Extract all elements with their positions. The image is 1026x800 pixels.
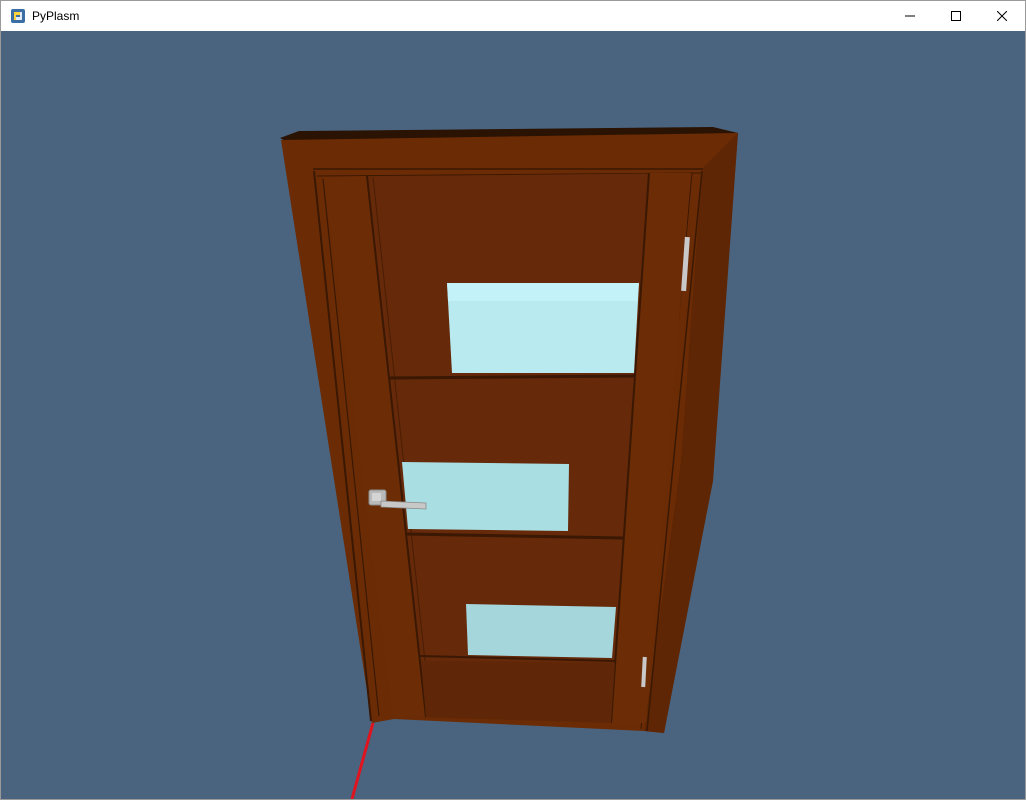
glass-panel-bottom <box>466 604 616 658</box>
3d-viewport[interactable] <box>1 31 1025 799</box>
close-icon <box>997 11 1007 21</box>
minimize-icon <box>905 15 915 17</box>
glass-panel-top-highlight <box>447 283 639 301</box>
maximize-button[interactable] <box>933 1 979 31</box>
minimize-button[interactable] <box>887 1 933 31</box>
window-title: PyPlasm <box>32 9 80 23</box>
maximize-icon <box>951 11 961 21</box>
python-icon <box>10 8 26 24</box>
glass-panel-middle <box>402 462 569 531</box>
window-controls <box>887 1 1025 31</box>
x-axis-line <box>350 722 375 799</box>
close-button[interactable] <box>979 1 1025 31</box>
title-bar[interactable]: PyPlasm <box>1 1 1025 31</box>
bottom-rail <box>421 661 615 723</box>
door-model <box>280 127 738 799</box>
rail-line <box>388 374 636 380</box>
app-window: PyPlasm <box>0 0 1026 800</box>
